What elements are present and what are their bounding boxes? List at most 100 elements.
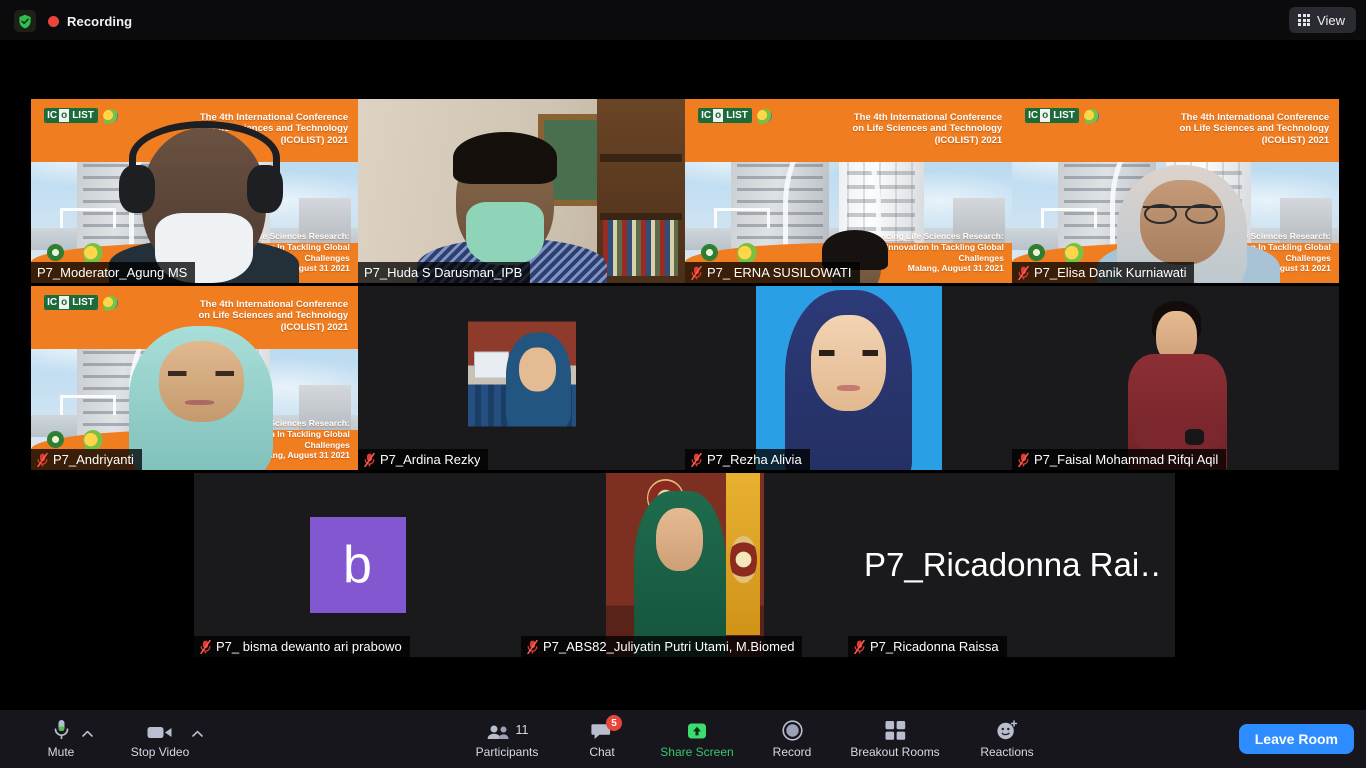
participant-tile[interactable]: IC o LIST The 4th International Conference… xyxy=(31,99,358,283)
photo-face xyxy=(811,315,886,412)
participant-video-area: IC o LIST The 4th International Conference… xyxy=(31,99,358,283)
shield-check-icon[interactable] xyxy=(14,10,36,32)
recording-label: Recording xyxy=(67,13,133,29)
participant-tile[interactable]: P7_Rezha Alivia xyxy=(685,286,1012,470)
mic-muted-icon xyxy=(1018,452,1029,467)
breakout-rooms-icon xyxy=(885,719,906,741)
participant-silhouette xyxy=(31,99,358,283)
photo-face xyxy=(519,347,557,392)
participant-display-name-large: P7_Ricadonna Rai… xyxy=(864,546,1161,583)
participant-profile-photo xyxy=(755,286,942,470)
eyeglass-lens-left xyxy=(1144,203,1178,225)
participant-nameplate: P7_Andriyanti xyxy=(31,449,142,470)
breakout-rooms-button[interactable]: Breakout Rooms xyxy=(835,713,955,765)
toolbar-right-group: Leave Room xyxy=(1238,710,1354,768)
participant-nameplate: P7_ bisma dewanto ari prabowo xyxy=(194,636,410,657)
participant-avatar: b xyxy=(309,517,406,613)
participant-video-area xyxy=(1012,286,1339,470)
photo-face xyxy=(656,507,704,571)
participant-tile[interactable]: P7_Huda S Darusman_IPB xyxy=(358,99,685,283)
photo-mouth xyxy=(837,385,860,391)
participant-video-area xyxy=(358,286,685,470)
participant-silhouette xyxy=(1012,99,1339,283)
participant-tile[interactable]: P7_ABS82_Juliyatin Putri Utami, M.Biomed xyxy=(521,473,848,657)
participant-video-area xyxy=(521,473,848,657)
participant-name: P7_Ardina Rezky xyxy=(380,452,481,467)
zoom-meeting-window: Recording View IC o LIST The 4th Internati… xyxy=(0,0,1366,768)
reactions-button[interactable]: Reactions xyxy=(955,713,1059,765)
participant-tile[interactable]: P7_Faisal Mohammad Rifqi Aqil xyxy=(1012,286,1339,470)
participant-video-area: b xyxy=(194,473,521,657)
participant-name: P7_Huda S Darusman_IPB xyxy=(364,265,523,280)
mic-muted-icon xyxy=(1018,265,1029,280)
participant-profile-photo xyxy=(605,473,764,657)
mic-muted-icon xyxy=(527,639,538,654)
participants-button[interactable]: 11 Participants xyxy=(455,713,559,765)
chat-button[interactable]: 5 Chat xyxy=(559,713,645,765)
participant-tile[interactable]: b P7_ bisma dewanto ari prabowo xyxy=(194,473,521,657)
headphone-cup-left xyxy=(119,165,156,214)
books-row xyxy=(603,220,679,276)
bookshelf-shelf-1 xyxy=(599,154,682,162)
participant-tile[interactable]: IC o LIST The 4th International Conference… xyxy=(1012,99,1339,283)
participant-silhouette xyxy=(685,99,1012,283)
participant-nameplate: P7_ABS82_Juliyatin Putri Utami, M.Biomed xyxy=(521,636,803,657)
participant-silhouette xyxy=(31,286,358,470)
breakout-rooms-label: Breakout Rooms xyxy=(850,745,940,759)
participant-nameplate: P7_Moderator_Agung MS xyxy=(31,262,196,283)
participant-eyes xyxy=(168,370,234,377)
participant-name: P7_ABS82_Juliyatin Putri Utami, M.Biomed xyxy=(543,639,795,654)
share-screen-button[interactable]: Share Screen xyxy=(645,713,749,765)
toolbar-center-group: 11 Participants 5 Chat Share Screen Reco… xyxy=(455,710,1059,768)
share-screen-icon xyxy=(685,719,709,741)
participant-video-area: P7_Ricadonna Rai… xyxy=(848,473,1175,657)
participant-profile-photo xyxy=(467,321,576,427)
video-options-chevron-up-icon[interactable] xyxy=(190,727,204,741)
participant-nameplate: P7_Elisa Danik Kurniawati xyxy=(1012,262,1195,283)
photo-eyes xyxy=(818,350,879,356)
view-button[interactable]: View xyxy=(1289,7,1356,33)
video-control-wrap: Stop Video xyxy=(108,713,204,765)
participant-tile[interactable]: P7_Ardina Rezky xyxy=(358,286,685,470)
view-button-label: View xyxy=(1317,12,1345,28)
top-bar: Recording View xyxy=(0,0,1366,40)
participant-name: P7_ bisma dewanto ari prabowo xyxy=(216,639,402,654)
participant-nameplate: P7_Huda S Darusman_IPB xyxy=(358,262,531,283)
mic-muted-icon xyxy=(691,452,702,467)
reactions-label: Reactions xyxy=(980,745,1034,759)
participant-name: P7_Elisa Danik Kurniawati xyxy=(1034,265,1187,280)
mic-muted-icon xyxy=(691,265,702,280)
participant-nameplate: P7_Ardina Rezky xyxy=(358,449,489,470)
chat-label: Chat xyxy=(589,745,615,759)
photo-arms xyxy=(1133,422,1221,451)
eyeglass-lens-right xyxy=(1185,203,1218,225)
video-grid: IC o LIST The 4th International Conference… xyxy=(0,40,1366,710)
meeting-toolbar: Mute Stop Video 11 Participants 5 Chat S… xyxy=(0,710,1366,768)
participant-tile[interactable]: IC o LIST The 4th International Conference… xyxy=(685,99,1012,283)
recording-indicator: Recording xyxy=(14,10,132,32)
participant-name: P7_Rezha Alivia xyxy=(707,452,802,467)
mic-muted-icon xyxy=(854,639,865,654)
mute-label: Mute xyxy=(47,745,75,759)
participant-nameplate: P7_ ERNA SUSILOWATI xyxy=(685,262,860,283)
participant-room xyxy=(358,99,685,283)
audio-options-chevron-up-icon[interactable] xyxy=(80,727,94,741)
video-camera-icon xyxy=(147,719,173,741)
chat-bubble-icon: 5 xyxy=(591,715,622,741)
participant-tile[interactable]: IC o LIST The 4th International Conference… xyxy=(31,286,358,470)
mute-control-wrap: Mute xyxy=(18,713,104,765)
hair xyxy=(452,132,558,184)
participant-nameplate: P7_Ricadonna Raissa xyxy=(848,636,1007,657)
participant-video-area: IC o LIST The 4th International Conference… xyxy=(1012,99,1339,283)
participant-mouth xyxy=(184,400,215,405)
face-mask xyxy=(465,202,545,265)
participant-name: P7_Ricadonna Raissa xyxy=(870,639,999,654)
microphone-icon xyxy=(53,719,70,741)
participant-profile-photo xyxy=(1101,297,1251,470)
leave-room-button[interactable]: Leave Room xyxy=(1238,724,1354,754)
participant-tile[interactable]: P7_Ricadonna Rai… P7_Ricadonna Raissa xyxy=(848,473,1175,657)
record-button[interactable]: Record xyxy=(749,713,835,765)
mic-muted-icon xyxy=(37,452,48,467)
participants-label: Participants xyxy=(475,745,539,759)
mic-muted-icon xyxy=(200,639,211,654)
